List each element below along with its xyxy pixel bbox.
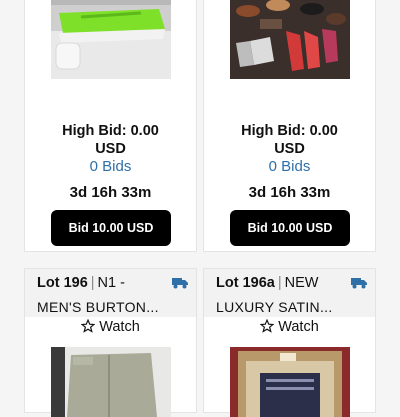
separator: | (277, 275, 282, 291)
bid-button[interactable]: Bid 10.00 USD (51, 210, 171, 246)
product-image[interactable] (51, 347, 171, 417)
star-icon (259, 318, 275, 333)
lot-title[interactable]: Lot 196a | NEW (216, 275, 318, 291)
high-bid: High Bid: 0.00 USD (241, 123, 338, 157)
lot-title-line1: N1 - (97, 275, 125, 291)
time-remaining: 3d 16h 33m (69, 184, 152, 201)
separator: | (90, 275, 95, 291)
watch-label: Watch (99, 319, 140, 335)
high-bid: High Bid: 0.00 USD (62, 123, 159, 157)
lot-title-line2[interactable]: MEN'S BURTON... (37, 299, 159, 315)
time-remaining: 3d 16h 33m (248, 184, 331, 201)
lot-number: Lot 196a (216, 275, 275, 291)
bids-count-link[interactable]: 0 Bids (25, 158, 196, 175)
auction-card[interactable]: Lot 196a | NEW LUXURY SATIN... Watch (203, 268, 376, 417)
auction-card[interactable]: High Bid: 0.00 USD 0 Bids 3d 16h 33m Bid… (203, 0, 376, 252)
bids-count-link[interactable]: 0 Bids (204, 158, 375, 175)
lot-header[interactable]: Lot 196 | N1 - MEN'S BURTON... (25, 269, 196, 317)
lot-title-line1: NEW (284, 275, 319, 291)
truck-icon (172, 278, 188, 289)
watch-button[interactable]: Watch (204, 318, 375, 335)
watch-label: Watch (278, 319, 319, 335)
auction-card[interactable]: Lot 196 | N1 - MEN'S BURTON... Watch (24, 268, 197, 417)
product-image[interactable] (230, 347, 350, 417)
product-image[interactable] (51, 0, 171, 79)
product-image[interactable] (230, 0, 350, 79)
star-icon (80, 318, 96, 333)
auction-card[interactable]: High Bid: 0.00 USD 0 Bids 3d 16h 33m Bid… (24, 0, 197, 252)
lot-title[interactable]: Lot 196 | N1 - (37, 275, 125, 291)
watch-button[interactable]: Watch (25, 318, 196, 335)
bid-button[interactable]: Bid 10.00 USD (230, 210, 350, 246)
lot-header[interactable]: Lot 196a | NEW LUXURY SATIN... (204, 269, 375, 317)
lot-title-line2[interactable]: LUXURY SATIN... (216, 299, 333, 315)
lot-number: Lot 196 (37, 275, 88, 291)
truck-icon (351, 278, 367, 289)
